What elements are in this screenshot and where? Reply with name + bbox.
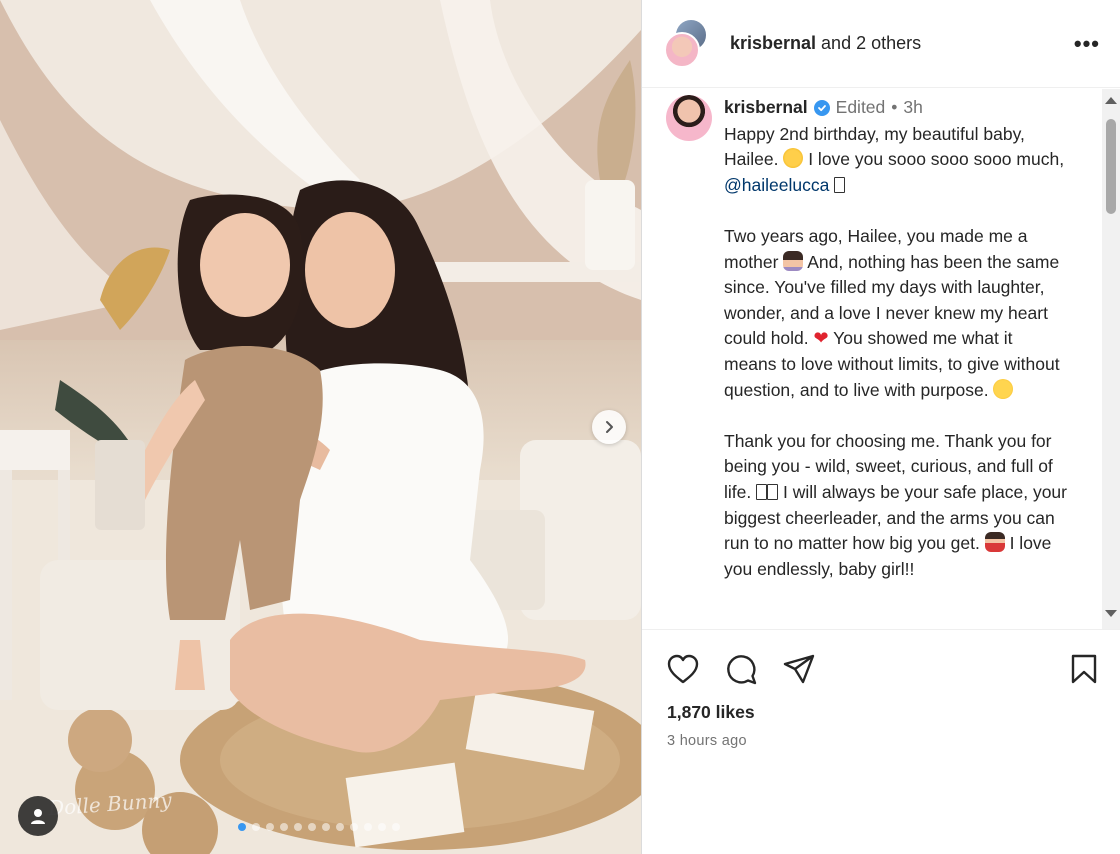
carousel-indicator [238,823,400,831]
edited-label: Edited [835,97,886,117]
carousel-dot [238,823,246,831]
share-icon [783,654,815,684]
save-icon [1071,654,1097,684]
carousel-dot [266,823,274,831]
red-heart-emoji-icon: ❤ [813,328,829,349]
carousel-dot [364,823,372,831]
like-button[interactable] [666,653,700,685]
caption-paragraph: Thank you for choosing me. Thank you for… [724,429,1069,583]
photo-scene [0,0,641,854]
dancer-emoji-icon [984,532,1005,553]
author-username[interactable]: krisbernal [730,33,816,53]
carousel-dot [392,823,400,831]
post-timestamp[interactable]: 3 hours ago [642,723,1120,749]
meta-separator: • [891,97,898,117]
carousel-dot [336,823,344,831]
missing-glyph-icon [756,483,768,500]
more-options-button[interactable]: ••• [1074,31,1100,57]
scrollbar-thumb[interactable] [1106,119,1116,214]
comments-scroll-area[interactable]: krisbernal Edited • 3h Happy 2nd birthda… [642,89,1120,629]
carousel-dot [280,823,288,831]
caption-text-segment: I love you sooo sooo sooo much, [803,149,1065,170]
carousel-dot [308,823,316,831]
verified-icon [813,99,830,116]
post-actions-section: 1,870 likes 3 hours ago [642,629,1120,854]
post-age[interactable]: 3h [903,95,922,121]
star-eyes-emoji-icon [783,148,804,169]
missing-glyph-icon [767,483,779,500]
scroll-up-arrow-icon[interactable] [1105,97,1117,104]
crying-face-emoji-icon [993,378,1014,399]
caption-body: krisbernal Edited • 3h Happy 2nd birthda… [724,95,1069,608]
carousel-dot [252,823,260,831]
collab-avatars[interactable] [664,17,716,70]
caption-username[interactable]: krisbernal [724,95,808,121]
post-side-panel: krisbernal and 2 others ••• krisbernal E… [641,0,1120,854]
comment-button[interactable] [724,652,758,686]
carousel-dot [378,823,386,831]
carousel-dot [350,823,358,831]
likes-count[interactable]: 1,870 likes [642,686,1120,723]
scrollbar[interactable] [1102,89,1120,629]
more-icon: ••• [1073,30,1100,56]
tagged-users-button[interactable] [18,796,58,836]
post-photo[interactable]: Dolle Bunny [0,0,641,854]
next-photo-button[interactable] [592,410,626,444]
share-button[interactable] [782,653,816,685]
comment-icon [727,655,757,685]
collaborators-text[interactable]: and 2 others [816,33,921,53]
save-button[interactable] [1070,653,1098,685]
tagged-user-icon [31,809,45,824]
caption-avatar[interactable] [666,95,712,141]
woman-emoji-icon [783,250,804,271]
caption: krisbernal Edited • 3h Happy 2nd birthda… [642,89,1120,608]
carousel-dot [322,823,330,831]
scroll-down-arrow-icon[interactable] [1105,610,1117,617]
caption-paragraph: Happy 2nd birthday, my beautiful baby, H… [724,122,1069,199]
carousel-dot [294,823,302,831]
caption-text: Happy 2nd birthday, my beautiful baby, H… [724,122,1069,583]
caption-header: krisbernal Edited • 3h [724,95,1069,121]
action-bar [642,630,1120,686]
post-authors[interactable]: krisbernal and 2 others [730,33,1074,54]
like-icon [667,654,699,684]
missing-glyph-icon [834,176,846,193]
mention-link[interactable]: @haileelucca [724,175,829,195]
post-header: krisbernal and 2 others ••• [642,0,1120,88]
next-arrow-icon [606,421,613,433]
avatar [664,31,700,68]
caption-paragraph: Two years ago, Hailee, you made me a mot… [724,224,1069,403]
